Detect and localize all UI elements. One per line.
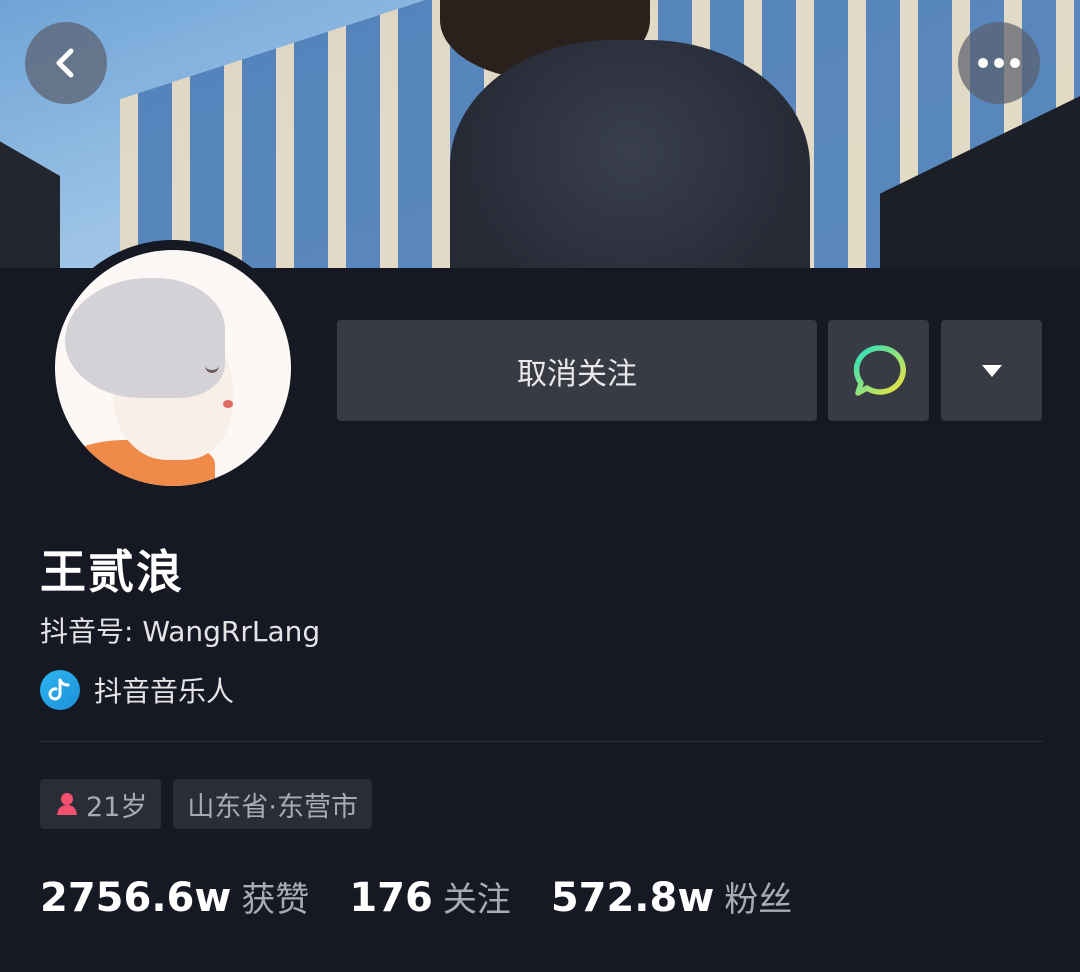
likes-count: 2756.6w xyxy=(40,875,232,921)
cover-person xyxy=(450,40,810,268)
following-count: 176 xyxy=(349,875,433,921)
chevron-left-icon xyxy=(56,48,74,78)
age-tag: 21岁 xyxy=(40,779,162,829)
followers-stat[interactable]: 572.8w 粉丝 xyxy=(551,872,792,921)
likes-stat[interactable]: 2756.6w 获赞 xyxy=(40,872,309,921)
profile-stats: 2756.6w 获赞 176 关注 572.8w 粉丝 xyxy=(40,872,832,921)
location-label: 山东省·东营市 xyxy=(187,791,358,823)
douyin-music-icon xyxy=(40,670,80,710)
profile-tags: 21岁 山东省·东营市 xyxy=(40,779,384,829)
following-label: 关注 xyxy=(442,880,511,920)
likes-label: 获赞 xyxy=(241,880,310,920)
more-button[interactable] xyxy=(958,22,1040,104)
divider xyxy=(40,741,1043,742)
caret-down-icon xyxy=(981,364,1002,377)
badge-label: 抖音音乐人 xyxy=(94,675,235,708)
female-person-icon xyxy=(54,791,80,817)
followers-label: 粉丝 xyxy=(724,880,793,920)
age-label: 21岁 xyxy=(86,791,148,823)
back-button[interactable] xyxy=(25,22,107,104)
message-button[interactable] xyxy=(828,320,929,421)
location-tag: 山东省·东营市 xyxy=(173,779,372,829)
dropdown-button[interactable] xyxy=(941,320,1042,421)
cover-photo[interactable] xyxy=(0,0,1080,268)
douyin-id: 抖音号: WangRrLang xyxy=(40,615,321,648)
musician-badge[interactable]: 抖音音乐人 xyxy=(40,670,234,710)
more-horizontal-icon xyxy=(975,58,1023,68)
avatar-image xyxy=(54,249,291,486)
followers-count: 572.8w xyxy=(550,875,715,921)
following-stat[interactable]: 176 关注 xyxy=(349,872,511,921)
profile-name: 王贰浪 xyxy=(40,545,184,599)
avatar[interactable] xyxy=(45,240,300,495)
chat-bubble-icon xyxy=(853,344,906,396)
cover-shadow-left xyxy=(0,124,60,268)
unfollow-button[interactable]: 取消关注 xyxy=(337,320,817,421)
